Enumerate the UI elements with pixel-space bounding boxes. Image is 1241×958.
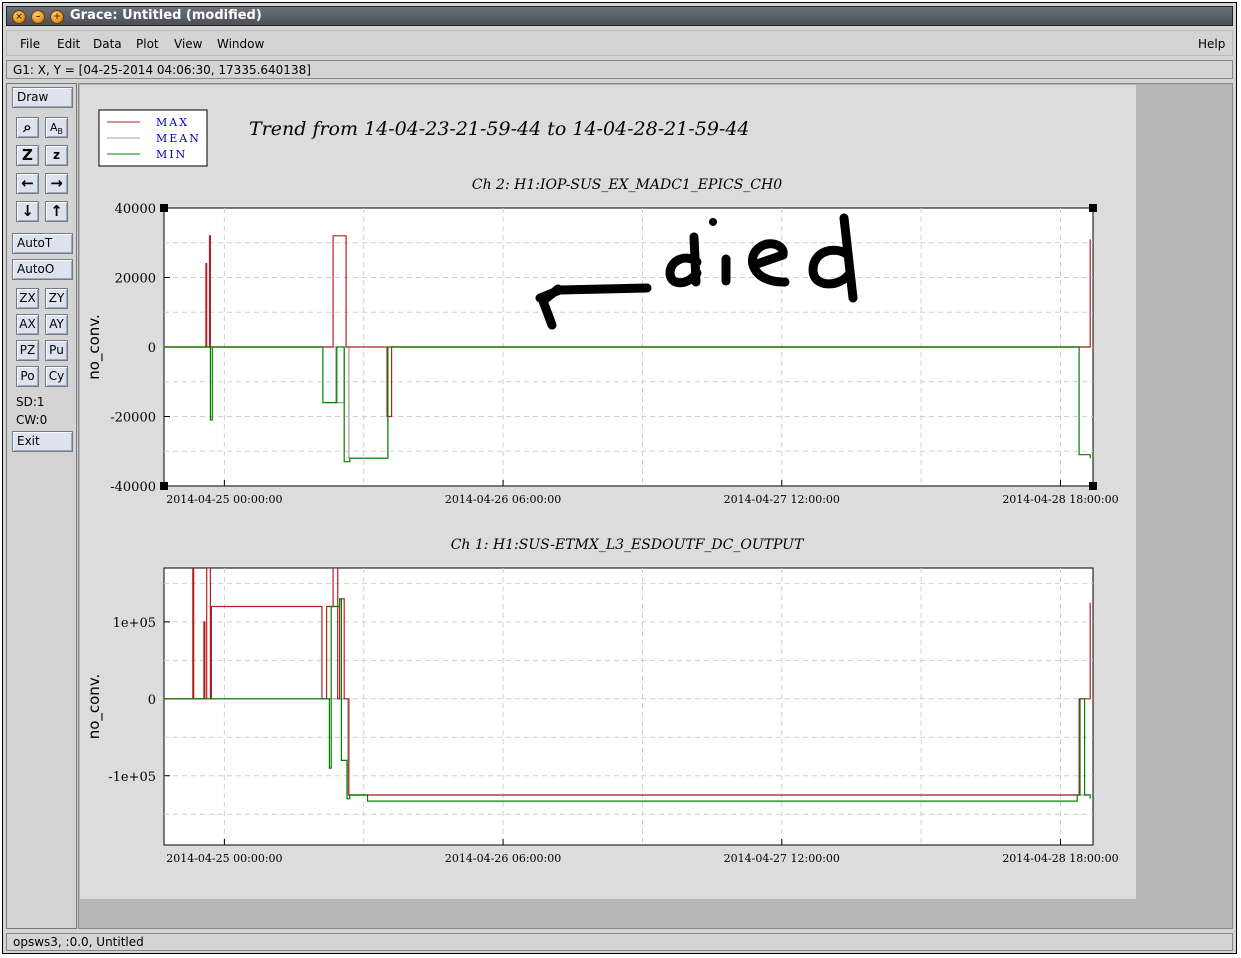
x-tick-label: 2014-04-27 12:00:00 (724, 493, 840, 506)
y-tick-label: 40000 (115, 202, 156, 217)
x-tick-label: 2014-04-27 12:00:00 (724, 852, 840, 865)
y-tick-label: -20000 (110, 411, 156, 426)
plot-canvas[interactable]: MAX MEAN MIN Trend from 14-04-23-21-59-4… (80, 85, 1136, 899)
arrow-up-icon[interactable]: ↑ (45, 201, 68, 222)
graph-1[interactable]: 1e+05 0 -1e+05 2014-04-25 00:00:00 2014-04-2… (80, 567, 1119, 865)
x-tick-label: 2014-04-25 00:00:00 (166, 852, 282, 865)
zx-button[interactable]: ZX (16, 288, 39, 309)
graph0-subtitle: Ch 2: H1:IOP-SUS_EX_MADC1_EPICS_CH0 (472, 177, 782, 193)
title-bar[interactable]: × – + Grace: Untitled (modified) (6, 6, 1233, 26)
menu-edit[interactable]: Edit (57, 37, 80, 51)
y-tick-label: 0 (148, 693, 156, 708)
selection-handle[interactable] (160, 204, 168, 212)
window-title: Grace: Untitled (modified) (70, 8, 262, 23)
pu-button[interactable]: Pu (45, 340, 68, 361)
cy-button[interactable]: Cy (45, 366, 68, 387)
chart-title: Trend from 14-04-23-21-59-44 to 14-04-28… (249, 118, 750, 140)
y-tick-label: 1e+05 (113, 616, 156, 631)
canvas-area[interactable]: MAX MEAN MIN Trend from 14-04-23-21-59-4… (78, 83, 1233, 929)
zoom-in-icon[interactable]: Z (16, 145, 39, 166)
draw-button[interactable]: Draw (12, 87, 73, 108)
status-bar: opsws3, :0.0, Untitled (6, 933, 1233, 951)
arrow-down-icon[interactable]: ↓ (16, 201, 39, 222)
ax-button[interactable]: AX (16, 314, 39, 335)
menu-bar: File Edit Data Plot View Window Help (6, 30, 1233, 56)
x-tick-label: 2014-04-28 18:00:00 (1002, 493, 1118, 506)
pz-button[interactable]: PZ (16, 340, 39, 361)
y-axis-label: no_conv. (85, 314, 104, 380)
graph1-subtitle: Ch 1: H1:SUS-ETMX_L3_ESDOUTF_DC_OUTPUT (451, 537, 805, 553)
selection-handle[interactable] (1089, 482, 1097, 490)
close-icon[interactable]: × (12, 10, 26, 24)
menu-data[interactable]: Data (93, 37, 122, 51)
menu-file[interactable]: File (20, 37, 40, 51)
menu-view[interactable]: View (174, 37, 202, 51)
arrow-left-icon[interactable]: ← (16, 173, 39, 194)
selection-handle[interactable] (1089, 204, 1097, 212)
sd-label: SD:1 (16, 395, 45, 409)
graph-0[interactable]: 40000 20000 0 -20000 -40000 2014-04-25 00:00:… (80, 202, 1119, 506)
text-icon[interactable]: AB (45, 117, 68, 138)
y-tick-label: -1e+05 (108, 770, 156, 785)
maximize-icon[interactable]: + (50, 10, 64, 24)
annotation-dot (709, 218, 717, 226)
legend-label-max: MAX (156, 116, 189, 129)
menu-help[interactable]: Help (1198, 37, 1225, 51)
legend-label-mean: MEAN (156, 132, 201, 145)
minimize-icon[interactable]: – (31, 10, 45, 24)
zoom-icon[interactable]: ⌕ (16, 117, 39, 138)
po-button[interactable]: Po (16, 366, 39, 387)
ay-button[interactable]: AY (45, 314, 68, 335)
x-tick-label: 2014-04-28 18:00:00 (1002, 852, 1118, 865)
locator-bar: G1: X, Y = [04-25-2014 04:06:30, 17335.6… (6, 60, 1233, 79)
legend-label-min: MIN (156, 148, 187, 161)
legend: MAX MEAN MIN (98, 109, 208, 167)
x-tick-label: 2014-04-26 06:00:00 (445, 852, 561, 865)
menu-window[interactable]: Window (217, 37, 264, 51)
plot-page: MAX MEAN MIN Trend from 14-04-23-21-59-4… (80, 85, 1136, 899)
zy-button[interactable]: ZY (45, 288, 68, 309)
x-tick-label: 2014-04-26 06:00:00 (445, 493, 561, 506)
arrow-right-icon[interactable]: → (45, 173, 68, 194)
autot-button[interactable]: AutoT (12, 233, 73, 254)
exit-button[interactable]: Exit (12, 431, 73, 452)
y-tick-label: 0 (148, 341, 156, 356)
x-tick-label: 2014-04-25 00:00:00 (166, 493, 282, 506)
grace-window: × – + Grace: Untitled (modified) File Ed… (2, 2, 1237, 954)
y-tick-label: -40000 (110, 480, 156, 495)
plot-area-1[interactable] (163, 567, 1094, 846)
menu-plot[interactable]: Plot (136, 37, 159, 51)
autoo-button[interactable]: AutoO (12, 259, 73, 280)
zoom-out-icon[interactable]: z (45, 145, 68, 166)
selection-handle[interactable] (160, 482, 168, 490)
y-axis-label: no_conv. (85, 674, 104, 740)
toolbox: Draw ⌕ AB Z z ← → ↓ ↑ AutoT AutoO ZX ZY … (6, 83, 77, 929)
y-tick-label: 20000 (115, 272, 156, 287)
cw-label: CW:0 (16, 413, 48, 427)
